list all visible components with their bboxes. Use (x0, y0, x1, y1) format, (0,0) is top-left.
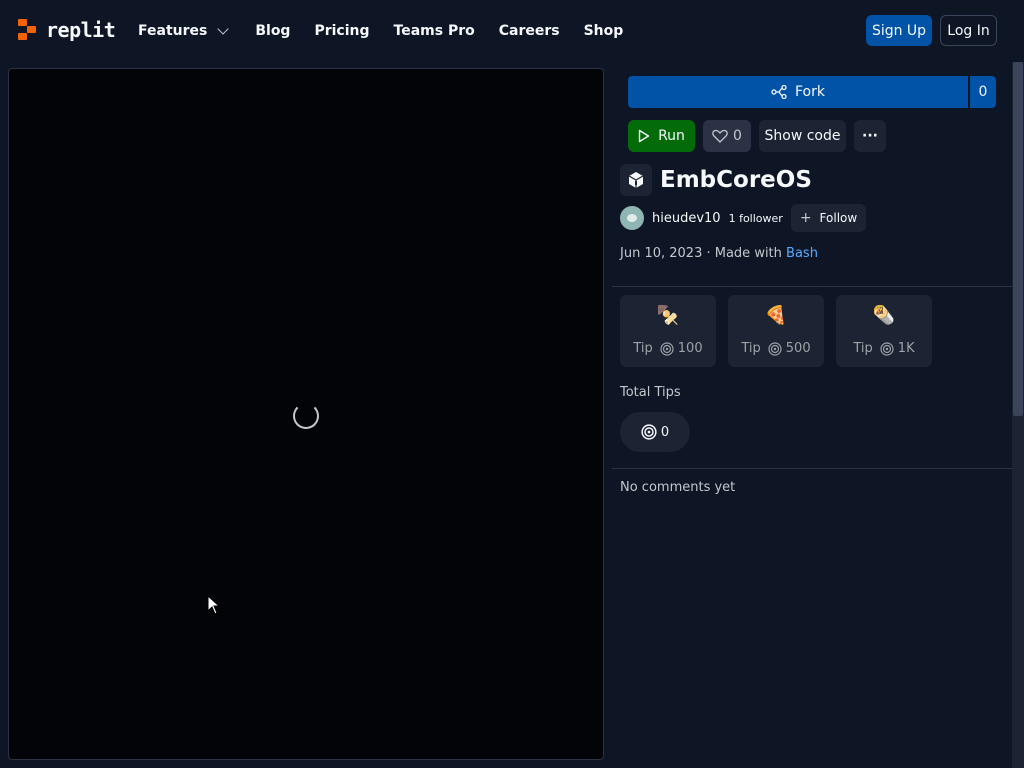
tip-line: Tip 100 (620, 341, 716, 356)
tip-emoji: 🍢 (656, 305, 680, 326)
like-button[interactable]: 0 (703, 120, 751, 152)
more-options-button[interactable]: ··· (854, 120, 886, 152)
plus-icon: + (799, 210, 812, 226)
top-navbar: replit Features Blog Pricing Teams Pro C… (0, 0, 1024, 62)
divider (612, 468, 1012, 469)
repl-output-panel[interactable] (8, 68, 604, 760)
divider (612, 286, 1012, 287)
main-nav: Features Blog Pricing Teams Pro Careers … (138, 20, 647, 42)
ellipsis-icon: ··· (862, 128, 878, 144)
loading-spinner-icon (293, 403, 319, 429)
tip-card-500[interactable]: 🍕 Tip 500 (728, 295, 824, 367)
show-code-button[interactable]: Show code (759, 120, 846, 152)
like-count: 0 (733, 128, 742, 144)
replit-logo[interactable]: replit (18, 18, 116, 42)
language-link[interactable]: Bash (786, 246, 818, 261)
nav-blog[interactable]: Blog (255, 20, 290, 42)
fork-button[interactable]: Fork (628, 76, 968, 108)
author-row: hieudev10 1 follower + Follow (620, 204, 867, 232)
tip-label: Tip (853, 341, 873, 356)
tip-emoji: 🍕 (764, 305, 788, 326)
replit-logo-icon (18, 19, 38, 41)
nav-careers[interactable]: Careers (499, 20, 560, 42)
author-name[interactable]: hieudev10 (652, 211, 721, 226)
repl-meta: Jun 10, 2023 · Made with Bash (620, 246, 818, 261)
brand-name: replit (46, 18, 116, 42)
made-with-prefix: · Made with (706, 246, 782, 261)
follower-count[interactable]: 1 follower (729, 212, 783, 225)
total-tips-value: 0 (660, 424, 670, 440)
tip-label: Tip (741, 341, 761, 356)
cycles-icon (641, 424, 657, 440)
tip-amount: 1K (897, 341, 915, 356)
tip-line: Tip 500 (728, 341, 824, 356)
tip-amount: 100 (677, 341, 703, 356)
tip-emoji: 🌯 (872, 305, 896, 326)
follow-label: Follow (819, 211, 858, 225)
nav-features[interactable]: Features (138, 20, 230, 42)
tip-amount: 500 (785, 341, 811, 356)
chevron-down-icon (217, 23, 230, 35)
total-tips-badge: 0 (620, 412, 690, 452)
run-label: Run (658, 128, 685, 144)
cycles-icon (660, 341, 674, 356)
repl-details-panel: Fork 0 Run 0 Show code ··· EmbCoreOS hie… (612, 62, 1012, 768)
heart-icon (712, 129, 728, 143)
tips-row: 🍢 Tip 100 🍕 Tip 500 🌯 Tip 1K (620, 295, 932, 367)
repl-icon (620, 164, 652, 196)
repl-title: EmbCoreOS (660, 167, 812, 193)
cycles-icon (880, 341, 894, 356)
follow-button[interactable]: + Follow (790, 204, 867, 232)
fork-label: Fork (795, 84, 825, 100)
comments-empty-state: No comments yet (620, 480, 736, 495)
publish-date: Jun 10, 2023 (620, 246, 703, 261)
nav-shop[interactable]: Shop (584, 20, 624, 42)
log-in-button[interactable]: Log In (940, 15, 997, 46)
nav-teams-pro[interactable]: Teams Pro (394, 20, 475, 42)
fork-icon (771, 85, 787, 99)
tip-label: Tip (633, 341, 653, 356)
avatar[interactable] (620, 206, 644, 230)
total-tips-label: Total Tips (620, 385, 681, 400)
sign-up-button[interactable]: Sign Up (866, 15, 932, 46)
tip-card-1k[interactable]: 🌯 Tip 1K (836, 295, 932, 367)
cycles-icon (768, 341, 782, 356)
tip-line: Tip 1K (836, 341, 932, 356)
play-icon (638, 129, 650, 143)
nav-features-label: Features (138, 23, 208, 39)
tip-card-100[interactable]: 🍢 Tip 100 (620, 295, 716, 367)
repl-actions: Run 0 Show code ··· (628, 120, 886, 152)
fork-count[interactable]: 0 (970, 76, 996, 108)
page-scrollbar-thumb[interactable] (1013, 62, 1023, 416)
repl-title-row: EmbCoreOS (620, 164, 812, 196)
run-button[interactable]: Run (628, 120, 695, 152)
nav-pricing[interactable]: Pricing (314, 20, 369, 42)
